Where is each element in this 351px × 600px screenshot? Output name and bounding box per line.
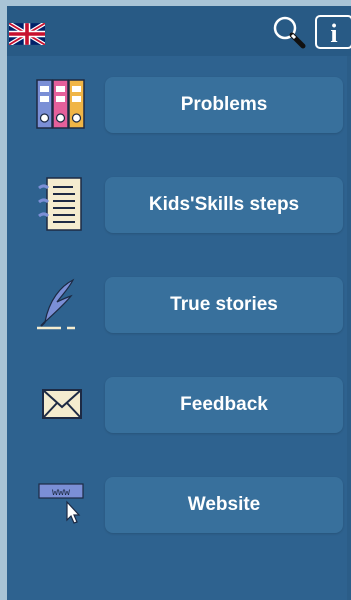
kids-skills-steps-button[interactable]: Kids'Skills steps	[105, 177, 343, 233]
quill-icon	[37, 278, 75, 330]
envelope-icon	[42, 389, 82, 419]
info-button[interactable]: i	[315, 15, 351, 49]
menu-row-kids-skills-steps: Kids'Skills steps	[7, 170, 351, 250]
notepad-icon	[38, 177, 82, 231]
menu-row-problems: Problems	[7, 70, 351, 150]
magnifier-icon[interactable]	[269, 12, 309, 52]
menu-row-feedback: Feedback	[7, 370, 351, 450]
www-cursor-icon: www	[38, 483, 84, 524]
true-stories-button[interactable]: True stories	[105, 277, 343, 333]
top-bar: i	[7, 6, 351, 56]
menu-row-true-stories: True stories	[7, 270, 351, 350]
feedback-button[interactable]: Feedback	[105, 377, 343, 433]
info-icon: i	[330, 19, 337, 48]
svg-text:i: i	[330, 19, 337, 47]
website-button[interactable]: Website	[105, 477, 343, 533]
scroll-edge	[347, 56, 351, 600]
app-screen: i Problems Kids'Skills steps True storie…	[7, 6, 351, 600]
svg-text:www: www	[52, 488, 70, 499]
problems-button[interactable]: Problems	[105, 77, 343, 133]
menu-row-website: www Website	[7, 470, 351, 550]
binders-icon	[36, 79, 85, 129]
uk-flag-icon[interactable]	[9, 23, 45, 45]
